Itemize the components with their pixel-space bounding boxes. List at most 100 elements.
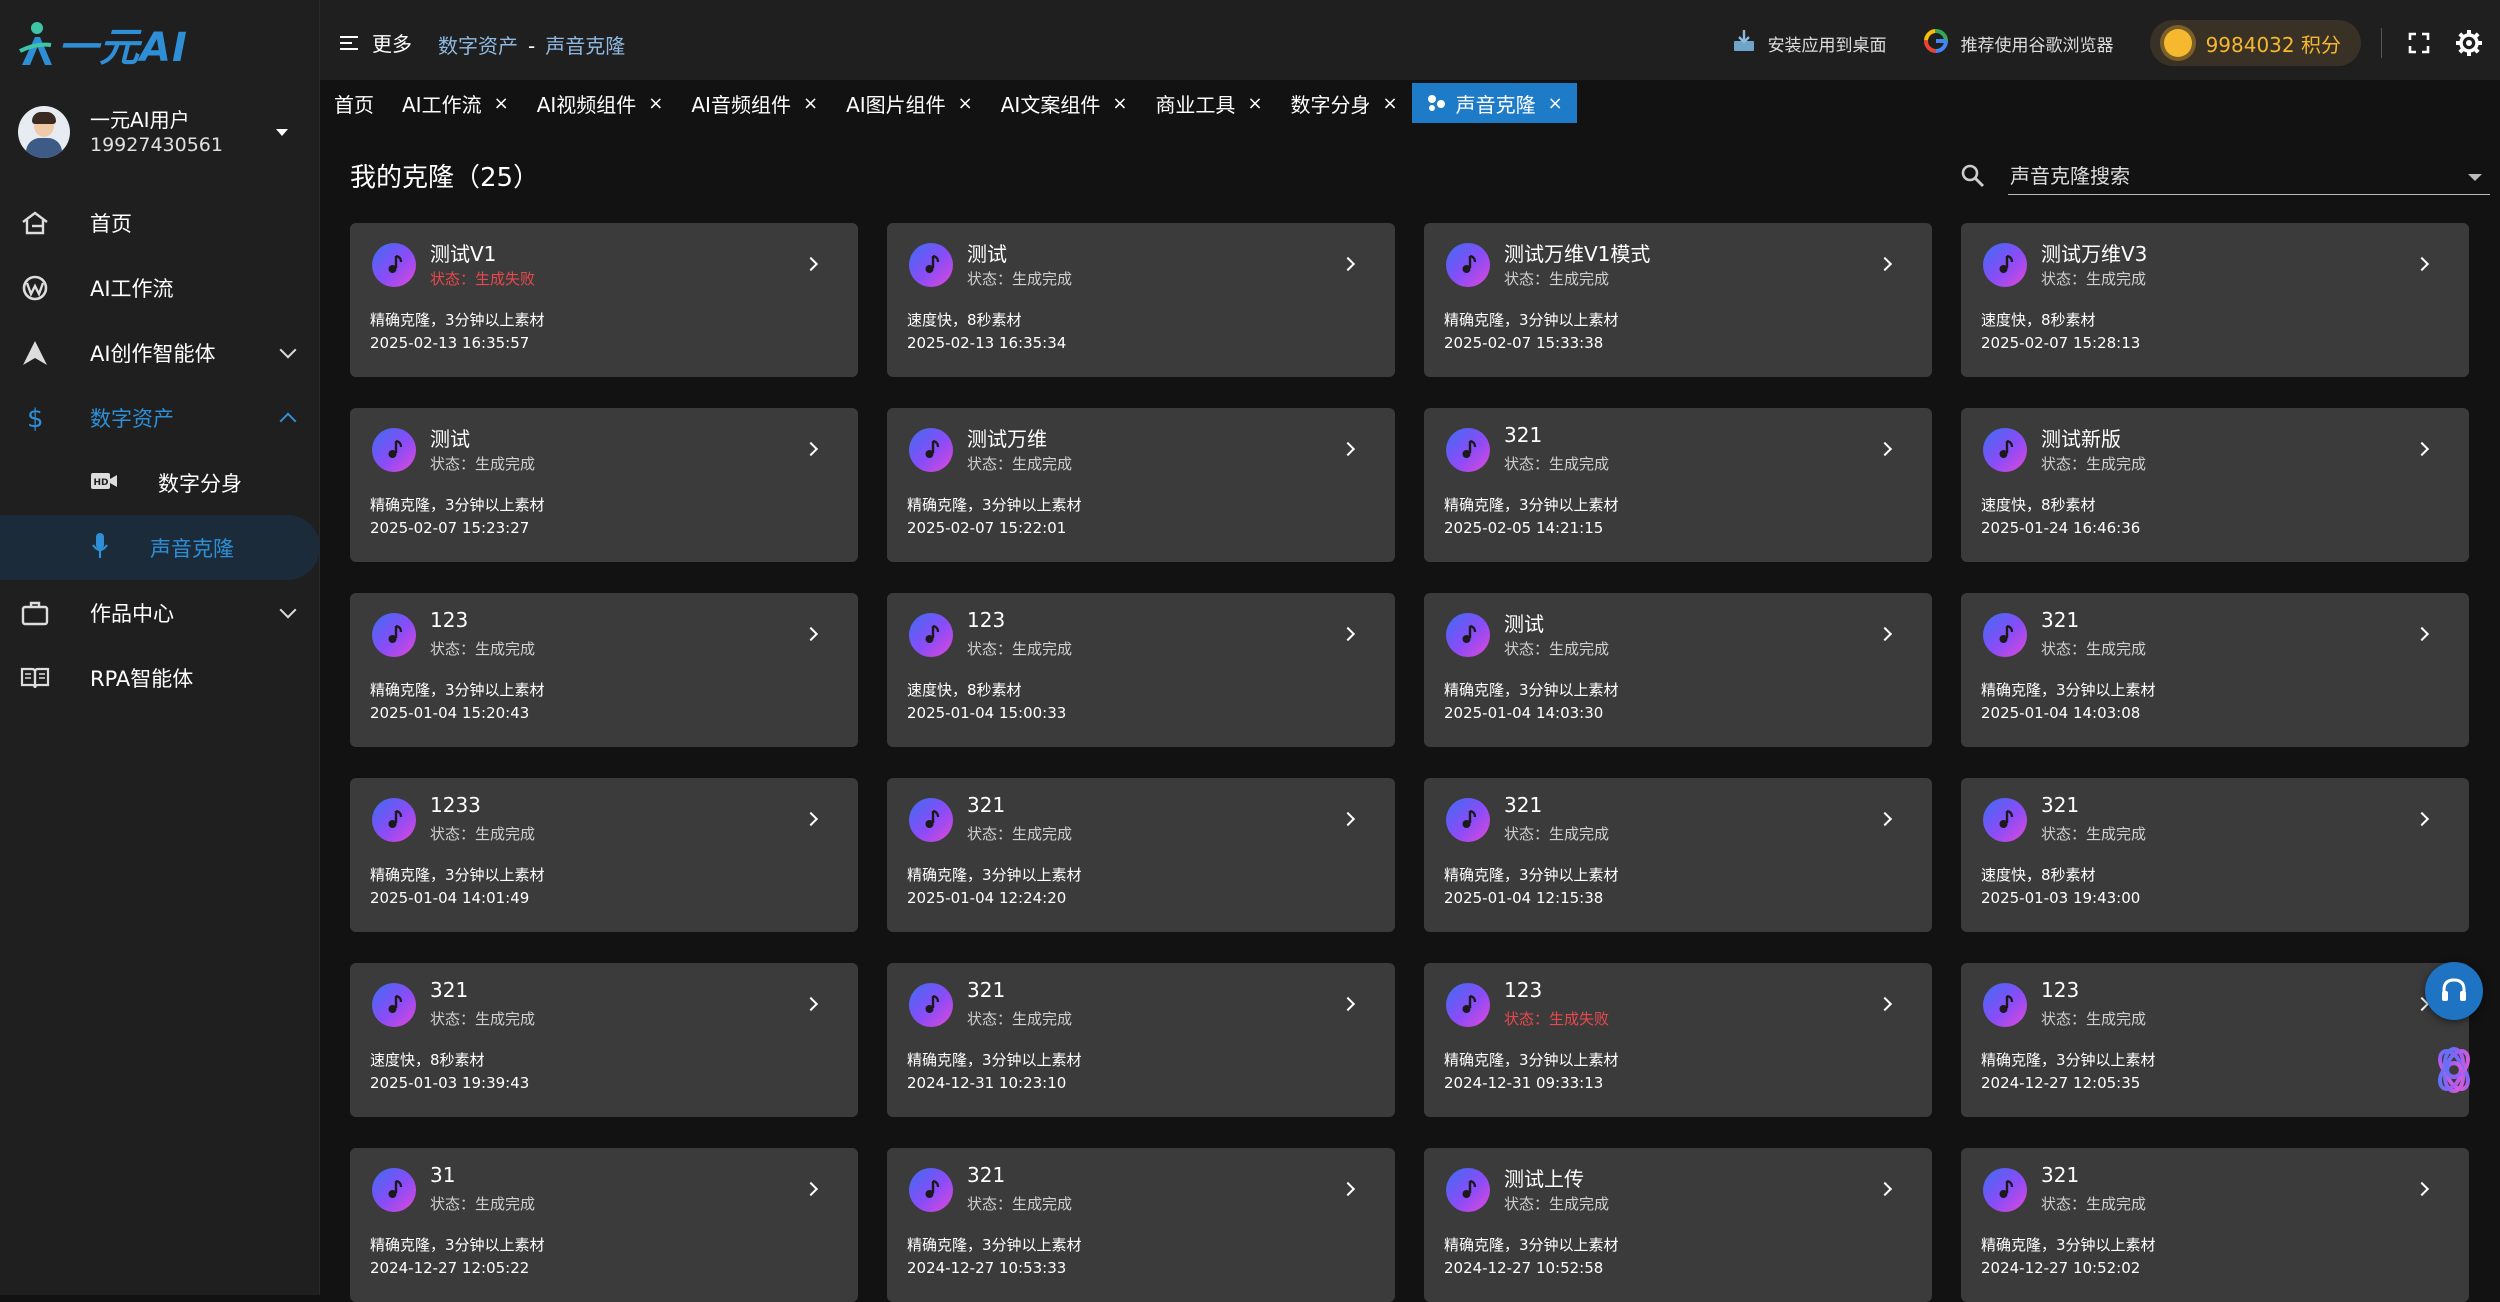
tab-business-tools[interactable]: 商业工具 × [1141,83,1276,123]
close-icon[interactable]: × [1112,93,1127,114]
clone-card[interactable]: 测试新版 状态：生成完成 速度快，8秒素材 2025-01-24 16:46:36 [1961,408,2469,562]
customer-service-button[interactable] [2425,962,2483,1020]
tab-home[interactable]: 首页 [320,83,388,123]
clone-card[interactable]: 321 状态：生成完成 精确克隆，3分钟以上素材 2024-12-27 10:53:3… [887,1148,1395,1302]
ai-assistant-button[interactable] [2426,1042,2482,1098]
clone-card[interactable]: 31 状态：生成完成 精确克隆，3分钟以上素材 2024-12-27 12:05:22 [350,1148,858,1302]
clone-card[interactable]: 123 状态：生成完成 精确克隆，3分钟以上素材 2024-12-27 12:05:3… [1961,963,2469,1117]
close-icon[interactable]: × [1383,93,1398,114]
clone-date: 2024-12-27 10:52:02 [1981,1259,2141,1277]
user-profile[interactable]: 一元AI用户 19927430561 [18,105,298,159]
clone-name: 测试V1 [430,242,497,266]
chevron-right-icon[interactable] [1340,1181,1356,1197]
chevron-right-icon[interactable] [803,626,819,642]
chevron-right-icon[interactable] [803,441,819,457]
clone-card[interactable]: 321 状态：生成完成 精确克隆，3分钟以上素材 2025-01-04 14:03:0… [1961,593,2469,747]
chevron-right-icon[interactable] [2414,626,2430,642]
sidebar-item-works[interactable]: 作品中心 [0,580,320,645]
caret-down-icon[interactable] [276,128,288,136]
points-badge[interactable]: 9984032 积分 [2149,20,2361,66]
tab-ai-audio[interactable]: AI音频组件 × [677,83,832,123]
app-logo[interactable]: 一元AI [18,18,188,71]
clone-card[interactable]: 测试万维 状态：生成完成 精确克隆，3分钟以上素材 2025-02-07 15:22:… [887,408,1395,562]
tab-digital-avatar[interactable]: 数字分身 × [1277,83,1412,123]
close-icon[interactable]: × [648,93,663,114]
chevron-right-icon[interactable] [803,256,819,272]
clone-status: 状态：生成完成 [430,1195,536,1213]
chevron-right-icon[interactable] [2414,256,2430,272]
tab-ai-image[interactable]: AI图片组件 × [832,83,987,123]
clone-card[interactable]: 测试万维V1模式 状态：生成完成 精确克隆，3分钟以上素材 2025-02-07 15… [1424,223,1932,377]
sidebar-item-workflow[interactable]: AI工作流 [0,255,320,320]
close-icon[interactable]: × [958,93,973,114]
clone-card[interactable]: 测试 状态：生成完成 精确克隆，3分钟以上素材 2025-01-04 14:03:30 [1424,593,1932,747]
sidebar-item-digital-assets[interactable]: $ 数字资产 [0,385,320,450]
clone-card[interactable]: 测试 状态：生成完成 速度快，8秒素材 2025-02-13 16:35:34 [887,223,1395,377]
install-app-link[interactable]: 安装应用到桌面 [1732,29,1887,58]
fullscreen-icon [2408,32,2430,54]
clone-card[interactable]: 测试万维V3 状态：生成完成 速度快，8秒素材 2025-02-07 15:28:13 [1961,223,2469,377]
tab-ai-copywriting[interactable]: AI文案组件 × [987,83,1142,123]
home-icon [20,208,50,238]
clone-name: 测试万维V1模式 [1504,242,1651,266]
chevron-right-icon[interactable] [803,1181,819,1197]
chevron-right-icon[interactable] [1877,626,1893,642]
clone-card[interactable]: 321 状态：生成完成 精确克隆，3分钟以上素材 2024-12-31 10:23:1… [887,963,1395,1117]
tab-voice-clone[interactable]: 声音克隆 × [1411,83,1577,123]
sidebar-item-digital-avatar[interactable]: HD 数字分身 [0,450,320,515]
chevron-right-icon[interactable] [1340,256,1356,272]
chevron-right-icon[interactable] [1877,441,1893,457]
chevron-right-icon[interactable] [803,811,819,827]
clone-card[interactable]: 321 状态：生成完成 精确克隆，3分钟以上素材 2025-02-05 14:21:1… [1424,408,1932,562]
sidebar-item-home[interactable]: 首页 [0,190,320,255]
chevron-right-icon[interactable] [1877,811,1893,827]
sidebar-item-voice-clone[interactable]: 声音克隆 [0,515,320,580]
clone-card[interactable]: 123 状态：生成失败 精确克隆，3分钟以上素材 2024-12-31 09:33:1… [1424,963,1932,1117]
clone-mode: 精确克隆，3分钟以上素材 [1444,1236,1619,1254]
clone-card[interactable]: 测试 状态：生成完成 精确克隆，3分钟以上素材 2025-02-07 15:23:27 [350,408,858,562]
more-menu-button[interactable]: 更多 [340,28,412,57]
chevron-right-icon[interactable] [1340,441,1356,457]
chevron-right-icon[interactable] [1340,996,1356,1012]
chevron-right-icon[interactable] [2414,441,2430,457]
close-icon[interactable]: × [1247,93,1262,114]
clone-card[interactable]: 321 状态：生成完成 精确克隆，3分钟以上素材 2024-12-27 10:52:0… [1961,1148,2469,1302]
clone-card[interactable]: 123 状态：生成完成 速度快，8秒素材 2025-01-04 15:00:33 [887,593,1395,747]
clone-card[interactable]: 测试V1 状态：生成失败 精确克隆，3分钟以上素材 2025-02-13 16:35:… [350,223,858,377]
music-note-icon [1983,798,2027,842]
clone-card[interactable]: 321 状态：生成完成 精确克隆，3分钟以上素材 2025-01-04 12:15:3… [1424,778,1932,932]
clone-name: 321 [967,1163,1006,1187]
chevron-right-icon[interactable] [1340,626,1356,642]
chevron-right-icon[interactable] [2414,811,2430,827]
clone-card[interactable]: 321 状态：生成完成 精确克隆，3分钟以上素材 2025-01-04 12:24:2… [887,778,1395,932]
clone-search[interactable]: 声音克隆搜索 [1960,159,2490,195]
fullscreen-button[interactable] [2400,24,2438,62]
close-icon[interactable]: × [1548,93,1563,114]
clone-mode: 精确克隆，3分钟以上素材 [1444,311,1619,329]
breadcrumb-item[interactable]: 数字资产 [438,34,518,58]
tab-ai-video[interactable]: AI视频组件 × [523,83,678,123]
chevron-right-icon[interactable] [1340,811,1356,827]
tab-ai-workflow[interactable]: AI工作流 × [388,83,523,123]
chevron-right-icon[interactable] [1877,996,1893,1012]
clone-mode: 精确克隆，3分钟以上素材 [907,1236,1082,1254]
caret-down-icon[interactable] [2468,174,2482,181]
clone-name: 测试 [430,427,470,451]
clone-status: 状态：生成完成 [967,1010,1073,1028]
chevron-right-icon[interactable] [2414,1181,2430,1197]
chevron-right-icon[interactable] [1877,256,1893,272]
sidebar-item-ai-agent[interactable]: AI创作智能体 [0,320,320,385]
chevron-right-icon[interactable] [803,996,819,1012]
clone-card[interactable]: 123 状态：生成完成 精确克隆，3分钟以上素材 2025-01-04 15:20:4… [350,593,858,747]
browser-recommend-link[interactable]: 推荐使用谷歌浏览器 [1923,28,2114,59]
clone-card[interactable]: 1233 状态：生成完成 精确克隆，3分钟以上素材 2025-01-04 14:01:… [350,778,858,932]
sidebar-item-rpa[interactable]: RPA智能体 [0,645,320,710]
chevron-right-icon[interactable] [1877,1181,1893,1197]
close-icon[interactable]: × [494,93,509,114]
clone-card[interactable]: 321 状态：生成完成 速度快，8秒素材 2025-01-03 19:39:43 [350,963,858,1117]
clone-card[interactable]: 测试上传 状态：生成完成 精确克隆，3分钟以上素材 2024-12-27 10:52:… [1424,1148,1932,1302]
settings-button[interactable] [2450,24,2488,62]
clone-card[interactable]: 321 状态：生成完成 速度快，8秒素材 2025-01-03 19:43:00 [1961,778,2469,932]
close-icon[interactable]: × [803,93,818,114]
search-input[interactable]: 声音克隆搜索 [2008,159,2490,195]
